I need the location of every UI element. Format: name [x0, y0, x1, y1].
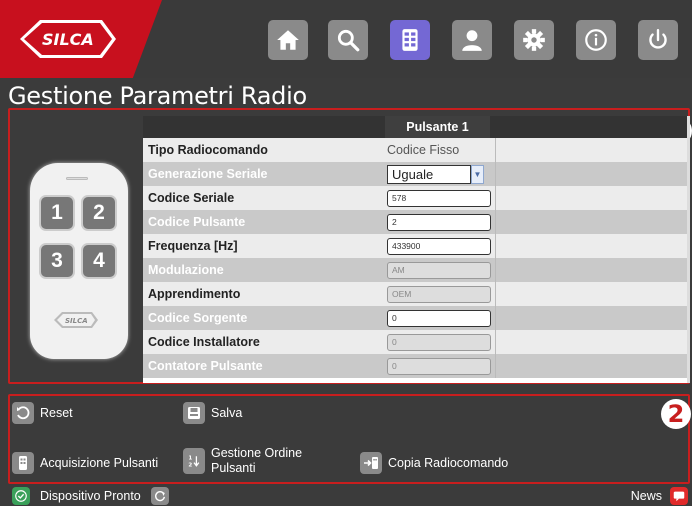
- news-link[interactable]: News: [631, 489, 662, 503]
- contatore-pulsante-input: 0: [387, 357, 491, 375]
- frequenza-input[interactable]: 433900: [387, 237, 491, 255]
- row-label-codice-sorgente: Codice Sorgente: [148, 311, 248, 325]
- remote-key-1[interactable]: 1: [39, 195, 75, 231]
- remote-led: [66, 177, 88, 180]
- table-row: Tipo Radiocomando Codice Fisso: [143, 138, 690, 162]
- remote-database-icon: [402, 29, 418, 51]
- order-digit-1: 1: [188, 455, 192, 461]
- chevron-down-icon[interactable]: ▼: [471, 164, 484, 184]
- device-status-text: Dispositivo Pronto: [40, 489, 141, 503]
- table-row: Codice Sorgente 0: [143, 306, 690, 330]
- codice-sorgente-input[interactable]: 0: [387, 309, 491, 327]
- silca-logo: SILCA: [0, 0, 162, 78]
- remote-database-button[interactable]: [390, 20, 430, 60]
- settings-button[interactable]: [514, 20, 554, 60]
- gestione-ordine-label-line2: Pulsanti: [211, 461, 256, 475]
- search-icon: [337, 29, 360, 52]
- gestione-ordine-label-line1: Gestione Ordine: [211, 446, 303, 460]
- copia-radiocomando-button[interactable]: Copia Radiocomando: [360, 452, 508, 474]
- row-label-codice-installatore: Codice Installatore: [148, 335, 260, 349]
- row-label-contatore-pulsante: Contatore Pulsante: [148, 359, 263, 373]
- generazione-seriale-select[interactable]: Uguale ▼: [387, 164, 484, 184]
- reset-button[interactable]: Reset: [12, 402, 73, 424]
- reset-label: Reset: [40, 406, 73, 420]
- parameters-table: Pulsante 1 Tipo Radiocomando Codice Fiss…: [143, 116, 690, 383]
- power-icon: [649, 29, 667, 49]
- row-label-codice-pulsante: Codice Pulsante: [148, 215, 246, 229]
- row-label-apprendimento: Apprendimento: [148, 287, 241, 301]
- search-button[interactable]: [328, 20, 368, 60]
- salva-label: Salva: [211, 406, 243, 420]
- gear-icon: [523, 29, 545, 51]
- home-button[interactable]: [268, 20, 308, 60]
- row-label-codice-seriale: Codice Seriale: [148, 191, 235, 205]
- table-header: Pulsante 1: [143, 116, 690, 138]
- table-row: Contatore Pulsante 0: [143, 354, 690, 378]
- svg-text:SILCA: SILCA: [65, 317, 88, 325]
- top-bar: SILCA: [0, 0, 692, 78]
- column-header-pulsante-1: Pulsante 1: [385, 116, 490, 138]
- salva-button[interactable]: Salva: [183, 402, 242, 424]
- reset-icon: [12, 402, 34, 424]
- table-row: Apprendimento OEM: [143, 282, 690, 306]
- user-icon: [462, 30, 482, 51]
- page-title: Gestione Parametri Radio: [8, 82, 307, 110]
- acquisizione-pulsanti-button[interactable]: Acquisizione Pulsanti: [12, 452, 158, 474]
- user-button[interactable]: [452, 20, 492, 60]
- generazione-seriale-selected: Uguale: [392, 166, 434, 182]
- order-icon: 12: [183, 448, 205, 474]
- info-icon: [585, 29, 607, 51]
- codice-pulsante-input[interactable]: 2: [387, 213, 491, 231]
- tipo-radiocomando-value: Codice Fisso: [387, 143, 460, 157]
- copy-remote-icon: [360, 452, 382, 474]
- app-window: SILCA Gestione Parametri Radio 1 1: [0, 0, 692, 506]
- svg-text:SILCA: SILCA: [42, 30, 94, 49]
- table-row: Generazione Seriale Uguale ▼: [143, 162, 690, 186]
- row-label-tipo-radiocomando: Tipo Radiocomando: [148, 143, 268, 157]
- apprendimento-input: OEM: [387, 285, 491, 303]
- table-row: Codice Installatore 0: [143, 330, 690, 354]
- codice-installatore-input: 0: [387, 333, 491, 351]
- remote-key-4[interactable]: 4: [81, 243, 117, 279]
- row-label-modulazione: Modulazione: [148, 263, 224, 277]
- remote-key-2[interactable]: 2: [81, 195, 117, 231]
- device-ready-icon: [12, 487, 30, 505]
- table-row: Codice Seriale 578: [143, 186, 690, 210]
- remote-key-3[interactable]: 3: [39, 243, 75, 279]
- row-label-frequenza: Frequenza [Hz]: [148, 239, 238, 253]
- save-icon: [183, 402, 205, 424]
- status-bar: Dispositivo Pronto News: [0, 486, 692, 506]
- codice-seriale-input[interactable]: 578: [387, 189, 491, 207]
- home-icon: [277, 30, 299, 50]
- power-button[interactable]: [638, 20, 678, 60]
- news-icon[interactable]: [670, 487, 688, 505]
- acquire-buttons-icon: [12, 452, 34, 474]
- row-label-generazione-seriale: Generazione Seriale: [148, 167, 268, 181]
- silca-logo-mark: SILCA: [20, 20, 116, 58]
- refresh-icon[interactable]: [150, 487, 169, 505]
- copia-radiocomando-label: Copia Radiocomando: [388, 456, 509, 470]
- table-row: Modulazione AM: [143, 258, 690, 282]
- table-scrollbar[interactable]: [687, 116, 690, 383]
- table-row: Codice Pulsante 2: [143, 210, 690, 234]
- section-badge-2: 2: [661, 399, 691, 429]
- info-button[interactable]: [576, 20, 616, 60]
- remote-silca-logo: SILCA: [54, 312, 98, 328]
- order-digit-2: 2: [188, 463, 192, 469]
- table-row: Frequenza [Hz] 433900: [143, 234, 690, 258]
- acquisizione-pulsanti-label: Acquisizione Pulsanti: [40, 456, 159, 470]
- modulazione-input: AM: [387, 261, 491, 279]
- remote-control-image: 1 2 3 4 SILCA: [30, 163, 128, 359]
- gestione-ordine-pulsanti-button[interactable]: 12 Gestione Ordine Pulsanti: [183, 446, 302, 476]
